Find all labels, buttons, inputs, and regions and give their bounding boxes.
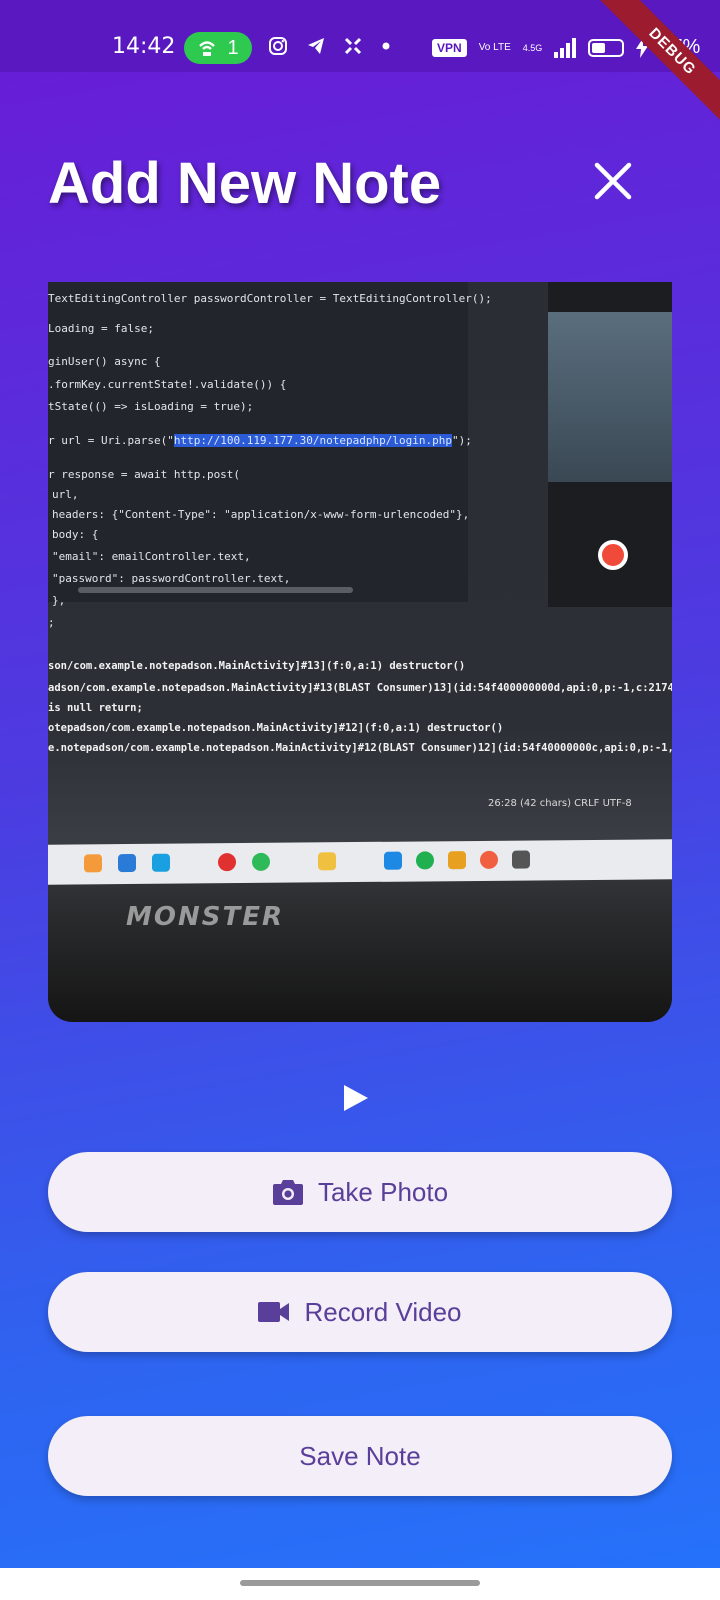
- console-line: is null return;: [48, 702, 143, 714]
- volte-indicator: Vo LTE: [478, 41, 511, 53]
- folder-icon: [318, 852, 336, 871]
- media-preview[interactable]: TextEditingController passwordController…: [48, 282, 672, 1022]
- instagram-icon: [269, 37, 287, 55]
- page-title: Add New Note: [48, 151, 442, 216]
- app-icon: [344, 37, 362, 55]
- debug-banner: DEBUG: [598, 0, 720, 126]
- chrome-icon: [480, 850, 498, 869]
- code-text: ");: [452, 434, 472, 447]
- take-photo-button[interactable]: Take Photo: [48, 1152, 672, 1232]
- code-line: url,: [52, 488, 79, 501]
- whatsapp-icon: [252, 852, 270, 871]
- code-line: TextEditingController passwordController…: [48, 292, 492, 305]
- battery-icon: [588, 38, 625, 57]
- app-icon: [448, 851, 466, 870]
- code-line: "password": passwordController.text,: [52, 572, 291, 585]
- code-line: },: [52, 594, 66, 607]
- close-icon: [594, 162, 632, 200]
- save-note-button[interactable]: Save Note: [48, 1416, 672, 1496]
- code-line: ;: [48, 616, 55, 629]
- code-line: Loading = false;: [48, 322, 154, 335]
- code-line: tState(() => isLoading = true);: [48, 400, 254, 413]
- hotspot-count: 1: [227, 36, 239, 59]
- save-note-label: Save Note: [299, 1440, 421, 1471]
- videocam-icon: [258, 1302, 290, 1322]
- app-icon: [118, 853, 136, 873]
- code-line: "email": emailController.text,: [52, 550, 251, 563]
- desktop-taskbar: [48, 839, 672, 885]
- browser-icon: [84, 854, 102, 873]
- signal-icon: [554, 37, 577, 58]
- network-type: 4.5G: [522, 42, 543, 53]
- code-text: r url = Uri.parse(": [48, 434, 174, 447]
- app-icon: [152, 853, 170, 872]
- home-gesture-handle[interactable]: [240, 1580, 480, 1586]
- code-line: headers: {"Content-Type": "application/x…: [52, 508, 470, 521]
- status-time: 14:42: [112, 34, 176, 59]
- opera-icon: [218, 853, 236, 872]
- code-line: r url = Uri.parse("http://100.119.177.30…: [48, 434, 472, 447]
- hotspot-badge[interactable]: 1: [184, 32, 252, 64]
- vpn-badge: VPN: [432, 38, 467, 57]
- battery-level: [592, 42, 606, 53]
- code-editor-panel: TextEditingController passwordController…: [48, 282, 492, 629]
- camera-viewfinder: [548, 312, 672, 482]
- status-bar: 14:42 1 VPN Vo LTE 4.5G DEBUG: [0, 0, 720, 126]
- editor-scrollbar: [78, 587, 353, 593]
- camera-preview-panel: [548, 282, 672, 607]
- notification-dot-icon: [382, 42, 390, 50]
- code-line: .formKey.currentState!.validate()) {: [48, 378, 287, 391]
- code-line: body: {: [52, 528, 99, 541]
- notification-icons: [268, 36, 392, 56]
- console-line: e.notepadson/com.example.notepadson.Main…: [48, 742, 672, 754]
- hotspot-icon: [199, 41, 216, 56]
- shutter-icon: [598, 540, 628, 570]
- laptop-brand: MONSTER: [126, 902, 284, 932]
- record-video-button[interactable]: Record Video: [48, 1272, 672, 1352]
- console-line: adson/com.example.notepadson.MainActivit…: [48, 682, 672, 694]
- console-line: son/com.example.notepadson.MainActivity]…: [48, 660, 466, 672]
- record-video-label: Record Video: [304, 1296, 462, 1327]
- close-button[interactable]: [592, 160, 634, 202]
- play-icon: [344, 1085, 368, 1111]
- camera-icon: [272, 1180, 303, 1205]
- take-photo-label: Take Photo: [317, 1176, 449, 1207]
- system-nav-bar: [0, 1568, 720, 1600]
- ide-status-text: 26:28 (42 chars) CRLF UTF-8: [488, 798, 632, 809]
- vscode-icon: [384, 851, 402, 870]
- telegram-icon: [308, 38, 324, 54]
- terminal-icon: [512, 850, 530, 869]
- code-line: r response = await http.post(: [48, 468, 241, 481]
- highlighted-url: http://100.119.177.30/notepadphp/login.p…: [173, 434, 452, 447]
- console-line: otepadson/com.example.notepadson.MainAct…: [48, 722, 504, 734]
- spotify-icon: [416, 851, 434, 870]
- play-button[interactable]: [344, 1085, 368, 1116]
- code-line: ginUser() async {: [48, 355, 161, 368]
